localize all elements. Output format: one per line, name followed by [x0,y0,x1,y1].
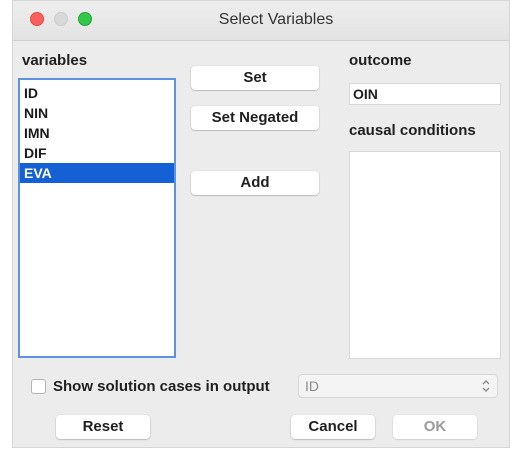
title-bar: Select Variables [13,1,509,41]
list-item[interactable]: IMN [20,123,174,143]
causal-conditions-list[interactable] [349,151,501,359]
set-button[interactable]: Set [191,66,319,90]
list-item[interactable]: ID [20,83,174,103]
add-button[interactable]: Add [191,171,319,195]
window-title: Select Variables [218,11,334,28]
list-item-selected[interactable]: EVA [20,163,174,183]
variables-list[interactable]: ID NIN IMN DIF EVA [18,78,176,358]
causal-conditions-label: causal conditions [349,122,476,139]
variables-label: variables [22,52,88,69]
solution-cases-select[interactable]: ID [298,374,498,398]
list-item[interactable]: DIF [20,143,174,163]
list-item[interactable]: NIN [20,103,174,123]
up-down-chevron-icon [482,380,490,392]
select-variables-dialog: Select Variables variables ID NIN IMN DI… [12,0,510,448]
reset-button[interactable]: Reset [56,415,150,439]
ok-button[interactable]: OK [393,415,477,439]
set-negated-button[interactable]: Set Negated [191,106,319,130]
outcome-label: outcome [349,52,412,69]
cancel-button[interactable]: Cancel [291,415,375,439]
outcome-field[interactable]: OIN [349,83,501,105]
show-solution-cases-checkbox[interactable] [31,379,46,394]
show-solution-cases-label[interactable]: Show solution cases in output [53,378,270,395]
solution-cases-select-value: ID [305,378,319,394]
